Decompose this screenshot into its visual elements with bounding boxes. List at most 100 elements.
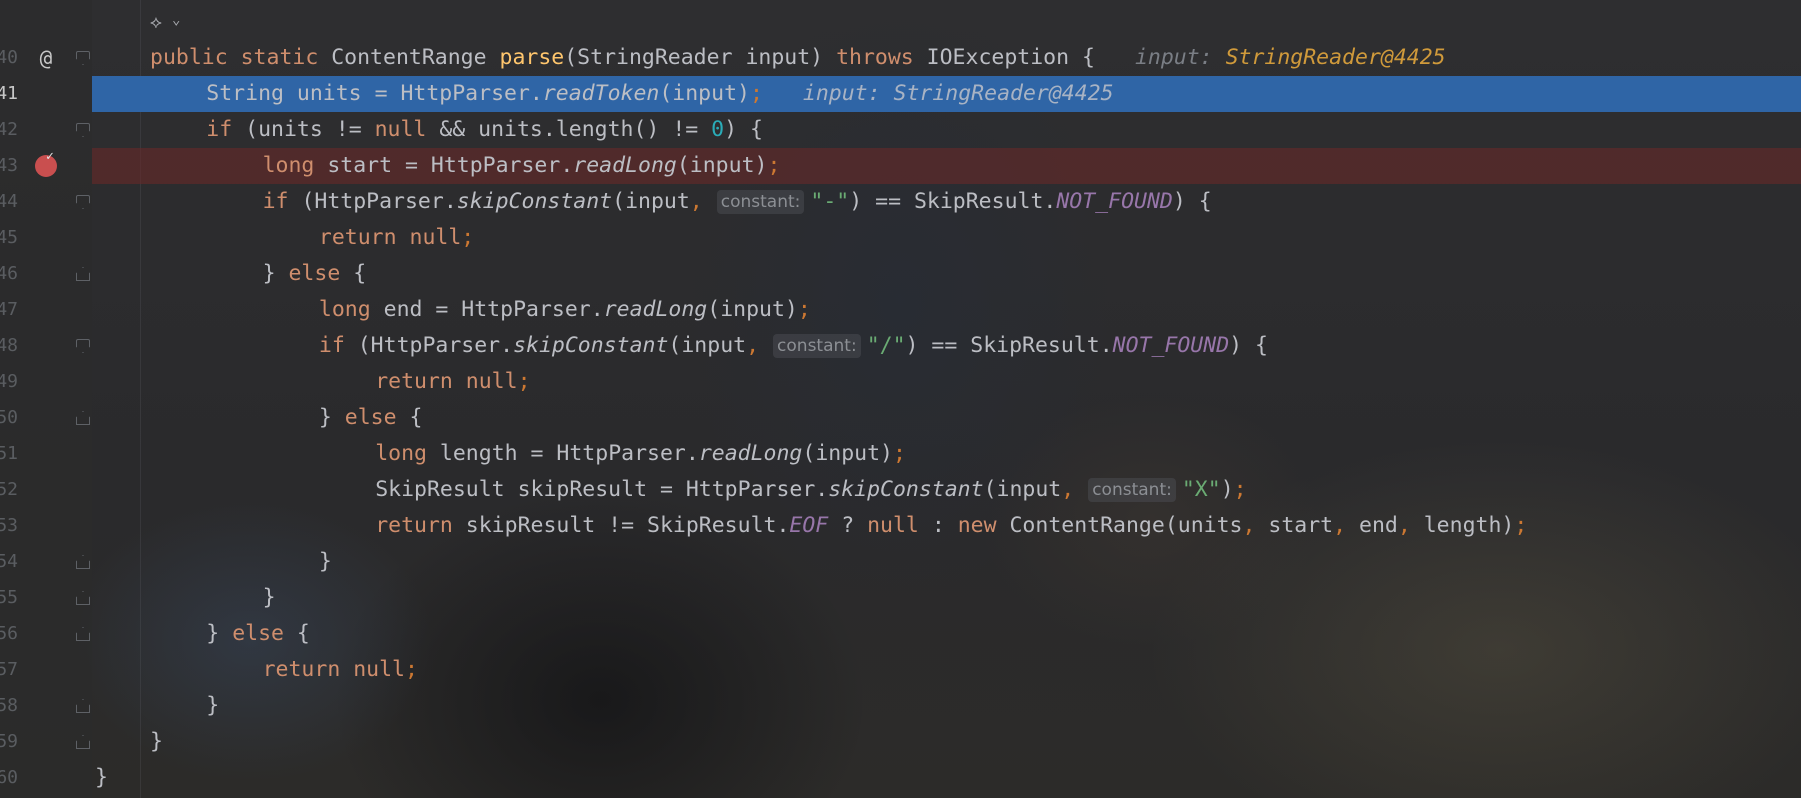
code-line[interactable]: return null;	[92, 652, 1801, 688]
code-token: (HttpParser.	[357, 333, 514, 358]
code-token: ) == SkipResult.	[905, 333, 1113, 358]
code-line[interactable]: } else {	[92, 400, 1801, 436]
gutter-row[interactable]: 50	[0, 400, 92, 436]
line-number: 41	[0, 83, 18, 104]
override-annotation-icon[interactable]: @	[34, 46, 58, 70]
code-text: SkipResult skipResult = HttpParser.skipC…	[375, 472, 1247, 508]
gutter-row[interactable]: 59	[0, 724, 92, 760]
gutter-row[interactable]: 58	[0, 688, 92, 724]
gutter-row[interactable]: 44	[0, 184, 92, 220]
gutter-row[interactable]: 53	[0, 508, 92, 544]
code-token: readToken	[542, 81, 660, 106]
fold-collapse-icon[interactable]	[76, 51, 90, 65]
fold-collapse-icon[interactable]	[76, 195, 90, 209]
code-token: (input)	[659, 81, 750, 106]
fold-end-icon[interactable]	[76, 699, 90, 713]
code-line[interactable]: }	[92, 544, 1801, 580]
code-text: } else {	[206, 616, 310, 652]
code-line[interactable]: return null;	[92, 220, 1801, 256]
code-token: end	[1359, 513, 1398, 538]
line-number: 60	[0, 767, 18, 788]
line-number: 52	[0, 479, 18, 500]
code-token: return	[375, 513, 466, 538]
code-token: else	[288, 261, 354, 286]
code-token: ,	[746, 333, 760, 358]
code-line[interactable]: }	[92, 580, 1801, 616]
line-number: 43	[0, 155, 18, 176]
fold-end-icon[interactable]	[76, 735, 90, 749]
ai-assistant-icon[interactable]: ⟡	[150, 12, 162, 33]
inline-value-label: input: StringReader@4425	[802, 81, 1114, 106]
code-line[interactable]: }	[92, 760, 1801, 796]
code-token: SkipResult skipResult = HttpParser.	[375, 477, 829, 502]
code-line[interactable]: return skipResult != SkipResult.EOF ? nu…	[92, 508, 1801, 544]
code-token: )	[1220, 477, 1234, 502]
fold-end-icon[interactable]	[76, 267, 90, 281]
code-line[interactable]: }	[92, 724, 1801, 760]
line-number: 54	[0, 551, 18, 572]
code-text: }	[206, 688, 219, 724]
code-token: ,	[1242, 513, 1269, 538]
code-line[interactable]: } else {	[92, 256, 1801, 292]
fold-collapse-icon[interactable]	[76, 123, 90, 137]
code-text: public static ContentRange parse(StringR…	[150, 40, 1446, 76]
gutter-row[interactable]: 57	[0, 652, 92, 688]
code-token: return null	[375, 369, 518, 394]
gutter-row[interactable]: 51	[0, 436, 92, 472]
code-text: } else {	[263, 256, 367, 292]
code-token: ;	[404, 657, 418, 682]
breakpoint-verified-icon: ✓	[46, 149, 54, 164]
code-token: ;	[892, 441, 906, 466]
code-token: null	[867, 513, 932, 538]
code-token: }	[262, 585, 276, 610]
gutter-row[interactable]: 60	[0, 760, 92, 796]
line-number: 50	[0, 407, 18, 428]
code-token: parse	[499, 45, 565, 70]
line-number: 47	[0, 299, 18, 320]
gutter-row[interactable]: 52	[0, 472, 92, 508]
fold-end-icon[interactable]	[76, 591, 90, 605]
line-number: 57	[0, 659, 18, 680]
gutter-row[interactable]: 54	[0, 544, 92, 580]
gutter-row[interactable]: 49	[0, 364, 92, 400]
code-text: String units = HttpParser.readToken(inpu…	[206, 76, 1113, 112]
gutter-row[interactable]: 40 @	[0, 40, 92, 76]
breakpoint-line[interactable]: long start = HttpParser.readLong(input);	[92, 148, 1801, 184]
gutter-row[interactable]: 42	[0, 112, 92, 148]
fold-end-icon[interactable]	[76, 627, 90, 641]
chevron-down-icon[interactable]: ⌄	[172, 12, 180, 28]
gutter-row[interactable]: 43 ✓	[0, 148, 92, 184]
code-token: length = HttpParser.	[439, 441, 699, 466]
execution-point-line[interactable]: String units = HttpParser.readToken(inpu…	[92, 76, 1801, 112]
parameter-hint: constant:	[716, 190, 805, 214]
fold-end-icon[interactable]	[76, 555, 90, 569]
code-token: }	[318, 405, 345, 430]
gutter-row[interactable]: 48	[0, 328, 92, 364]
line-number: 49	[0, 371, 18, 392]
line-number: 51	[0, 443, 18, 464]
gutter-row[interactable]: 45	[0, 220, 92, 256]
line-number: 59	[0, 731, 18, 752]
gutter-row[interactable]: 56	[0, 616, 92, 652]
fold-end-icon[interactable]	[76, 411, 90, 425]
gutter-row[interactable]: 47	[0, 292, 92, 328]
code-line[interactable]: public static ContentRange parse(StringR…	[92, 40, 1801, 76]
code-line[interactable]: if (HttpParser.skipConstant(input, consta…	[92, 328, 1801, 364]
gutter-row[interactable]: 46	[0, 256, 92, 292]
fold-collapse-icon[interactable]	[76, 339, 90, 353]
code-token: ;	[1514, 513, 1528, 538]
code-token: end = HttpParser.	[383, 297, 604, 322]
code-line[interactable]: long end = HttpParser.readLong(input);	[92, 292, 1801, 328]
code-token: return null	[262, 657, 405, 682]
gutter-row[interactable]: 55	[0, 580, 92, 616]
code-line[interactable]: if (units != null && units.length() != 0…	[92, 112, 1801, 148]
code-line[interactable]: SkipResult skipResult = HttpParser.skipC…	[92, 472, 1801, 508]
code-line[interactable]: if (HttpParser.skipConstant(input, consta…	[92, 184, 1801, 220]
code-line[interactable]: return null;	[92, 364, 1801, 400]
code-token: }	[150, 729, 163, 754]
code-line[interactable]: }	[92, 688, 1801, 724]
code-text: }	[263, 580, 276, 616]
code-line[interactable]: long length = HttpParser.readLong(input)…	[92, 436, 1801, 472]
gutter-row[interactable]: 41	[0, 76, 92, 112]
code-line[interactable]: } else {	[92, 616, 1801, 652]
